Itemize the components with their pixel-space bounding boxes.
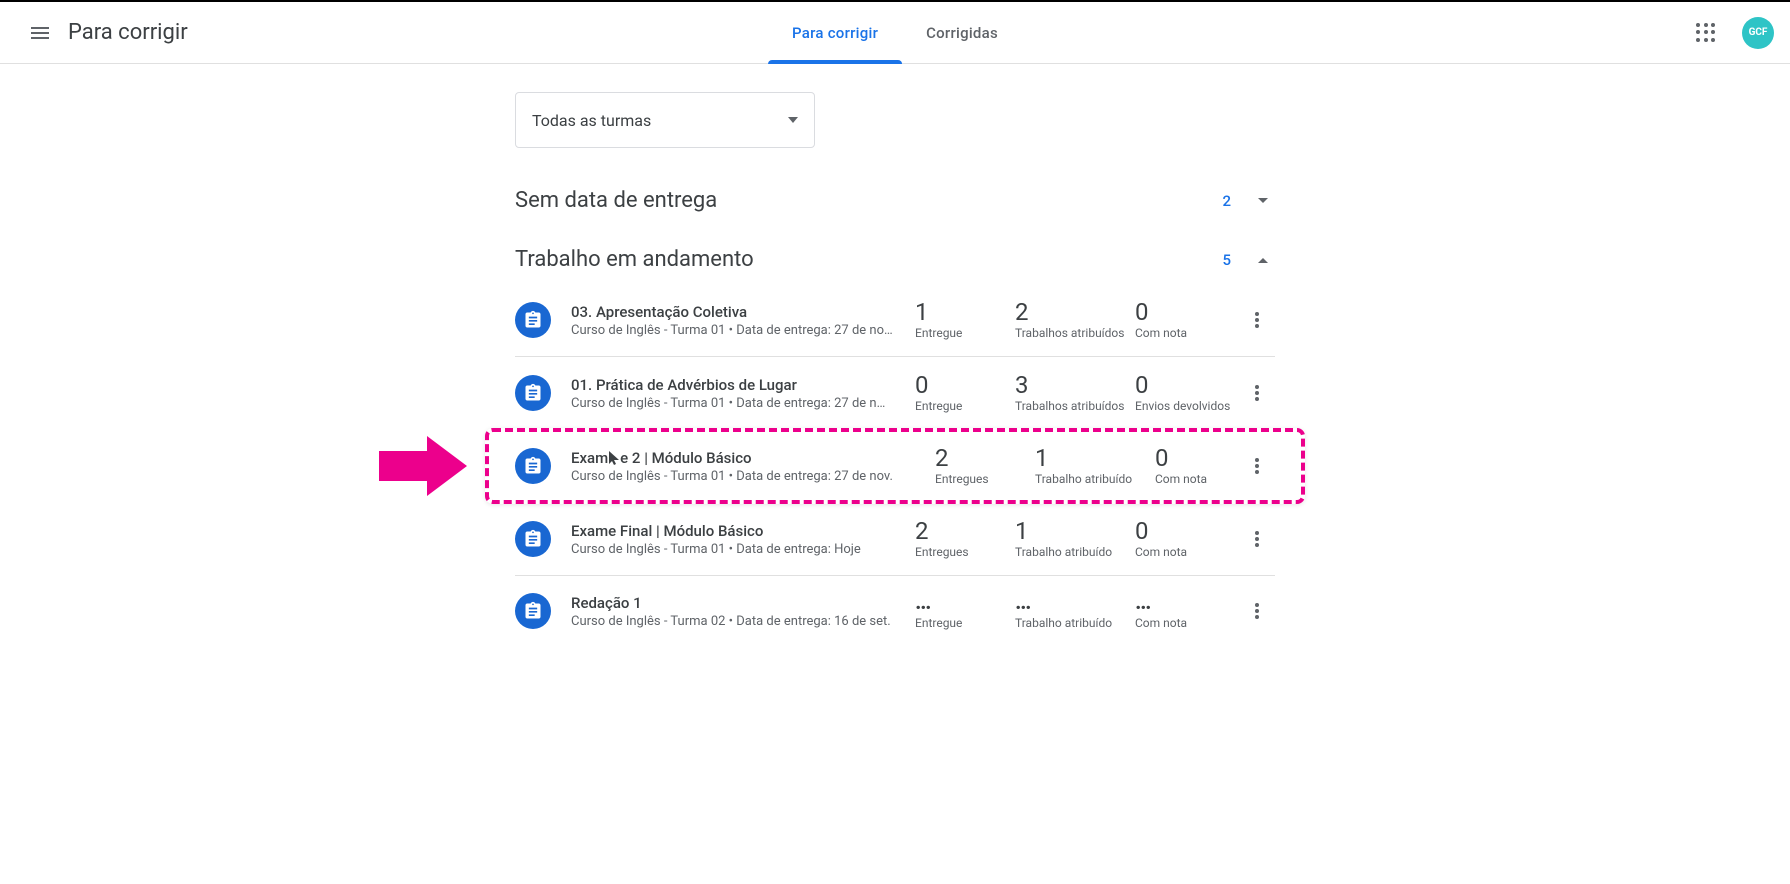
stat-graded-count: 0 [1135,300,1149,324]
stat-turned-in-count: 2 [915,519,929,543]
stat-turned-in-label: Entregues [915,545,969,559]
stat-turned-in-count: 1 [915,300,929,324]
assignment-title: 01. Prática de Advérbios de Lugar [571,376,915,394]
stat-assigned-count: 1 [1035,446,1049,470]
topbar: Para corrigir Para corrigir Corrigidas G… [0,0,1790,64]
section-title: Trabalho em andamento [515,247,754,272]
assignment-subtitle: Curso de Inglês - Turma 01 • Data de ent… [571,469,915,484]
work-list: 03. Apresentação Coletiva Curso de Inglê… [515,284,1275,646]
more-options-button[interactable] [1239,593,1275,629]
stat-assigned-label: Trabalhos atribuídos [1015,399,1124,413]
collapse-toggle[interactable] [1251,248,1275,272]
content: Todas as turmas Sem data de entrega 2 Tr… [515,92,1275,646]
stat-assigned-label: Trabalho atribuído [1015,616,1112,630]
tab-to-review[interactable]: Para corrigir [768,2,902,63]
stat-assigned-count: 1 [1015,519,1029,543]
apps-icon [1696,23,1716,43]
stat-turned-in-count: … [915,592,932,614]
stat-graded-label: Com nota [1135,545,1187,559]
stat-assigned-count: 2 [1015,300,1029,324]
stat-assigned-label: Trabalho atribuído [1015,545,1112,559]
menu-icon [28,21,52,45]
chevron-down-icon [1257,197,1269,205]
main-menu-button[interactable] [16,9,64,57]
arrow-annotation [379,436,467,496]
stat-turned-in-label: Entregue [915,399,962,413]
stat-returned-count: 0 [1135,373,1149,397]
stat-graded-count: … [1135,592,1152,614]
stat-turned-in-label: Entregues [935,472,989,486]
class-filter-dropdown[interactable]: Todas as turmas [515,92,815,148]
more-vert-icon [1255,603,1259,619]
more-vert-icon [1255,458,1259,474]
page-title: Para corrigir [68,20,188,45]
assignment-title: Exame 2 | Módulo Básico [571,449,915,467]
more-options-button[interactable] [1239,521,1275,557]
stat-turned-in-label: Entregue [915,616,962,630]
stat-turned-in-label: Entregue [915,326,962,340]
stat-graded-label: Com nota [1135,326,1187,340]
assignment-subtitle: Curso de Inglês - Turma 01 • Data de ent… [571,396,915,411]
google-apps-button[interactable] [1686,13,1726,53]
stat-assigned-count: … [1015,592,1032,614]
cursor-icon [608,449,620,467]
account-avatar[interactable]: GCF [1742,17,1774,49]
more-options-button[interactable] [1239,448,1275,484]
chevron-up-icon [1257,256,1269,264]
stat-graded-count: 0 [1155,446,1169,470]
section-title: Sem data de entrega [515,188,717,213]
assignment-icon [515,448,551,484]
more-vert-icon [1255,385,1259,401]
tabs: Para corrigir Corrigidas [768,2,1022,63]
stat-turned-in-count: 0 [915,373,929,397]
tab-reviewed[interactable]: Corrigidas [902,2,1022,63]
assignment-icon [515,375,551,411]
section-no-due-date[interactable]: Sem data de entrega 2 [515,180,1275,221]
assignment-icon [515,593,551,629]
assignment-subtitle: Curso de Inglês - Turma 01 • Data de ent… [571,323,915,338]
topbar-right: GCF [1686,13,1774,53]
stat-graded-label: Com nota [1155,472,1207,486]
assignment-title: 03. Apresentação Coletiva [571,303,915,321]
assignment-icon [515,302,551,338]
section-count: 2 [1222,192,1231,210]
assignment-row[interactable]: Redação 1 Curso de Inglês - Turma 02 • D… [515,575,1275,646]
assignment-row[interactable]: Exame Final | Módulo Básico Curso de Ing… [515,502,1275,575]
expand-toggle[interactable] [1251,189,1275,213]
section-count: 5 [1222,251,1231,269]
stat-returned-label: Envios devolvidos [1135,399,1230,413]
stat-assigned-label: Trabalho atribuído [1035,472,1132,486]
assignment-title: Redação 1 [571,594,915,612]
section-in-progress[interactable]: Trabalho em andamento 5 [515,239,1275,280]
assignment-row[interactable]: 03. Apresentação Coletiva Curso de Inglê… [515,284,1275,356]
assignment-subtitle: Curso de Inglês - Turma 01 • Data de ent… [571,542,915,557]
more-vert-icon [1255,531,1259,547]
assignment-row-highlighted[interactable]: Exame 2 | Módulo Básico Curso de Inglês … [515,429,1275,502]
more-options-button[interactable] [1239,302,1275,338]
chevron-down-icon [788,117,798,123]
stat-assigned-count: 3 [1015,373,1029,397]
more-options-button[interactable] [1239,375,1275,411]
assignment-row[interactable]: 01. Prática de Advérbios de Lugar Curso … [515,356,1275,429]
assignment-icon [515,521,551,557]
stat-graded-label: Com nota [1135,616,1187,630]
class-filter-label: Todas as turmas [532,111,651,130]
stat-assigned-label: Trabalhos atribuídos [1015,326,1124,340]
more-vert-icon [1255,312,1259,328]
assignment-title: Exame Final | Módulo Básico [571,522,915,540]
assignment-subtitle: Curso de Inglês - Turma 02 • Data de ent… [571,614,915,629]
stat-graded-count: 0 [1135,519,1149,543]
stat-turned-in-count: 2 [935,446,949,470]
